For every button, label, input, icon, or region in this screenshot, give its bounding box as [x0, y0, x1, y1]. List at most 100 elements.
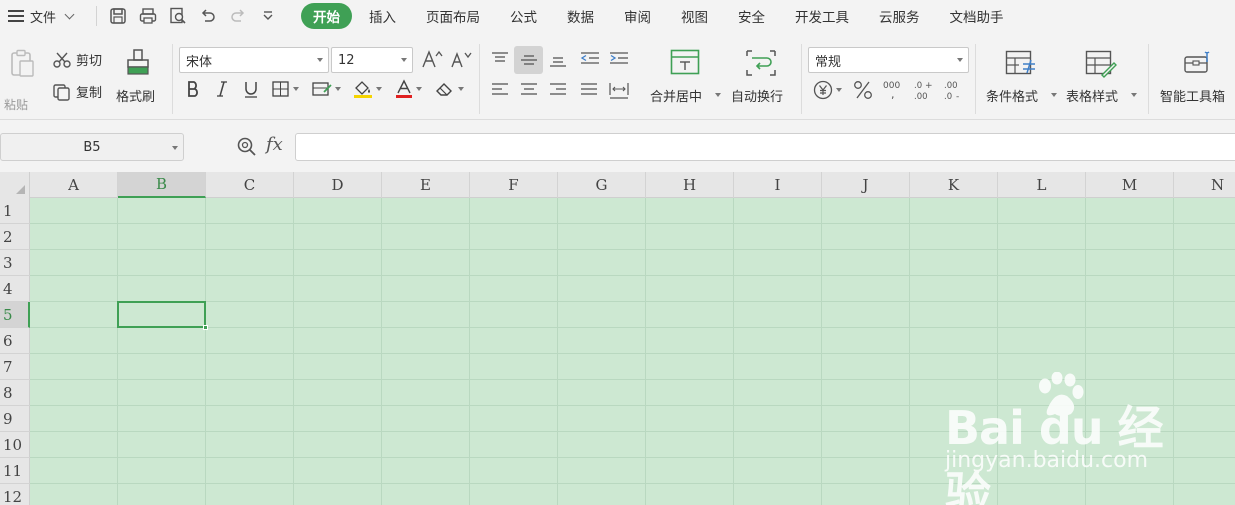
print-icon[interactable]	[139, 7, 157, 25]
row-header-12[interactable]: 12	[0, 484, 30, 505]
tab-security[interactable]: 安全	[725, 3, 778, 29]
align-top-button[interactable]	[490, 50, 510, 72]
justify-button[interactable]	[579, 81, 599, 103]
number-format-select[interactable]: 常规	[808, 47, 969, 73]
wrap-text-button[interactable]: 自动换行	[731, 44, 795, 114]
increase-decimal-button[interactable]: .0 + .00	[913, 79, 935, 101]
bold-button[interactable]	[186, 80, 200, 98]
redo-icon[interactable]	[229, 7, 247, 25]
row-header-3[interactable]: 3	[0, 250, 30, 276]
row-header-5[interactable]: 5	[0, 302, 30, 328]
increase-font-button[interactable]	[421, 49, 443, 73]
currency-button[interactable]	[813, 80, 842, 100]
font-color-button[interactable]	[395, 79, 422, 99]
italic-button[interactable]	[216, 80, 228, 98]
tab-data[interactable]: 数据	[554, 3, 607, 29]
row-header-11[interactable]: 11	[0, 458, 30, 484]
row-header-10[interactable]: 10	[0, 432, 30, 458]
column-header-k[interactable]: K	[910, 172, 998, 198]
row-header-4[interactable]: 4	[0, 276, 30, 302]
row-header-1[interactable]: 1	[0, 198, 30, 224]
baidu-jingyan-watermark: Bai du 经验 jingyan.baidu.com	[945, 372, 1175, 505]
select-all-corner[interactable]	[0, 172, 30, 198]
file-menu[interactable]: 文件	[0, 0, 90, 32]
tab-document-assistant[interactable]: 文档助手	[937, 3, 1017, 29]
row-header-6[interactable]: 6	[0, 328, 30, 354]
align-center-button[interactable]	[519, 81, 539, 103]
column-header-a[interactable]: A	[30, 172, 118, 198]
tab-home[interactable]: 开始	[301, 3, 352, 29]
print-preview-icon[interactable]	[169, 7, 187, 25]
column-header-n[interactable]: N	[1174, 172, 1235, 198]
tab-insert[interactable]: 插入	[356, 3, 409, 29]
paste-button[interactable]: 粘贴	[4, 44, 40, 114]
chevron-down-icon	[836, 88, 842, 92]
column-header-h[interactable]: H	[646, 172, 734, 198]
cut-button[interactable]: 剪切	[52, 50, 102, 69]
paste-label: 粘贴	[4, 98, 29, 112]
row-header-7[interactable]: 7	[0, 354, 30, 380]
merge-center-button[interactable]: 合并居中	[650, 44, 722, 114]
decrease-font-button[interactable]	[450, 49, 472, 73]
column-header-d[interactable]: D	[294, 172, 382, 198]
tab-formulas[interactable]: 公式	[497, 3, 550, 29]
decrease-indent-button[interactable]	[579, 50, 601, 72]
customize-toolbar-icon[interactable]	[259, 7, 277, 25]
table-style-button[interactable]: 表格样式	[1066, 44, 1138, 114]
column-header-l[interactable]: L	[998, 172, 1086, 198]
align-center-icon	[521, 83, 537, 95]
clear-format-button[interactable]	[435, 80, 464, 98]
cell-style-button[interactable]	[312, 81, 341, 97]
font-size-select[interactable]: 12	[331, 47, 413, 73]
tab-cloud-service[interactable]: 云服务	[866, 3, 933, 29]
font-name-value: 宋体	[186, 54, 213, 70]
align-right-button[interactable]	[548, 81, 568, 103]
column-header-c[interactable]: C	[206, 172, 294, 198]
column-header-b[interactable]: B	[118, 172, 206, 198]
insert-function-icon[interactable]: fx	[266, 134, 283, 155]
column-header-m[interactable]: M	[1086, 172, 1174, 198]
name-box[interactable]: B5	[0, 133, 184, 161]
align-left-button[interactable]	[490, 81, 510, 103]
borders-button[interactable]	[272, 81, 299, 97]
percent-button[interactable]	[852, 79, 874, 101]
increase-font-icon	[422, 50, 443, 68]
conditional-format-button[interactable]: 条件格式	[986, 44, 1058, 114]
copy-button[interactable]: 复制	[52, 82, 102, 101]
column-header-i[interactable]: I	[734, 172, 822, 198]
tab-review[interactable]: 审阅	[611, 3, 664, 29]
column-gridline	[557, 198, 558, 505]
row-header-2[interactable]: 2	[0, 224, 30, 250]
tab-page-layout[interactable]: 页面布局	[413, 3, 493, 29]
fill-color-button[interactable]	[353, 79, 382, 99]
align-bottom-icon	[550, 57, 566, 67]
zoom-search-icon[interactable]	[236, 136, 258, 158]
thousands-separator-button[interactable]: 000,	[883, 79, 903, 101]
row-header-9[interactable]: 9	[0, 406, 30, 432]
merge-center-label: 合并居中	[650, 90, 703, 105]
active-cell-b5[interactable]	[117, 301, 206, 328]
toolbox-icon	[1184, 51, 1210, 73]
align-bottom-button[interactable]	[548, 50, 568, 72]
smart-toolbox-button[interactable]: 智能工具箱	[1158, 44, 1235, 114]
formula-input[interactable]	[295, 133, 1235, 161]
column-header-e[interactable]: E	[382, 172, 470, 198]
decrease-decimal-button[interactable]: .00.0-	[943, 79, 965, 101]
tab-view[interactable]: 视图	[668, 3, 721, 29]
column-header-g[interactable]: G	[558, 172, 646, 198]
underline-button[interactable]	[243, 80, 259, 98]
distributed-align-button[interactable]	[608, 81, 630, 103]
row-header-8[interactable]: 8	[0, 380, 30, 406]
font-name-select[interactable]: 宋体	[179, 47, 329, 73]
column-header-f[interactable]: F	[470, 172, 558, 198]
save-icon[interactable]	[109, 7, 127, 25]
fill-handle[interactable]	[203, 325, 208, 330]
align-middle-button[interactable]	[519, 51, 539, 73]
increase-indent-button[interactable]	[608, 50, 630, 72]
percent-icon	[854, 81, 872, 99]
format-painter-button[interactable]: 格式刷	[114, 44, 164, 114]
column-header-j[interactable]: J	[822, 172, 910, 198]
font-size-value: 12	[338, 52, 355, 68]
undo-icon[interactable]	[199, 7, 217, 25]
tab-developer[interactable]: 开发工具	[782, 3, 862, 29]
